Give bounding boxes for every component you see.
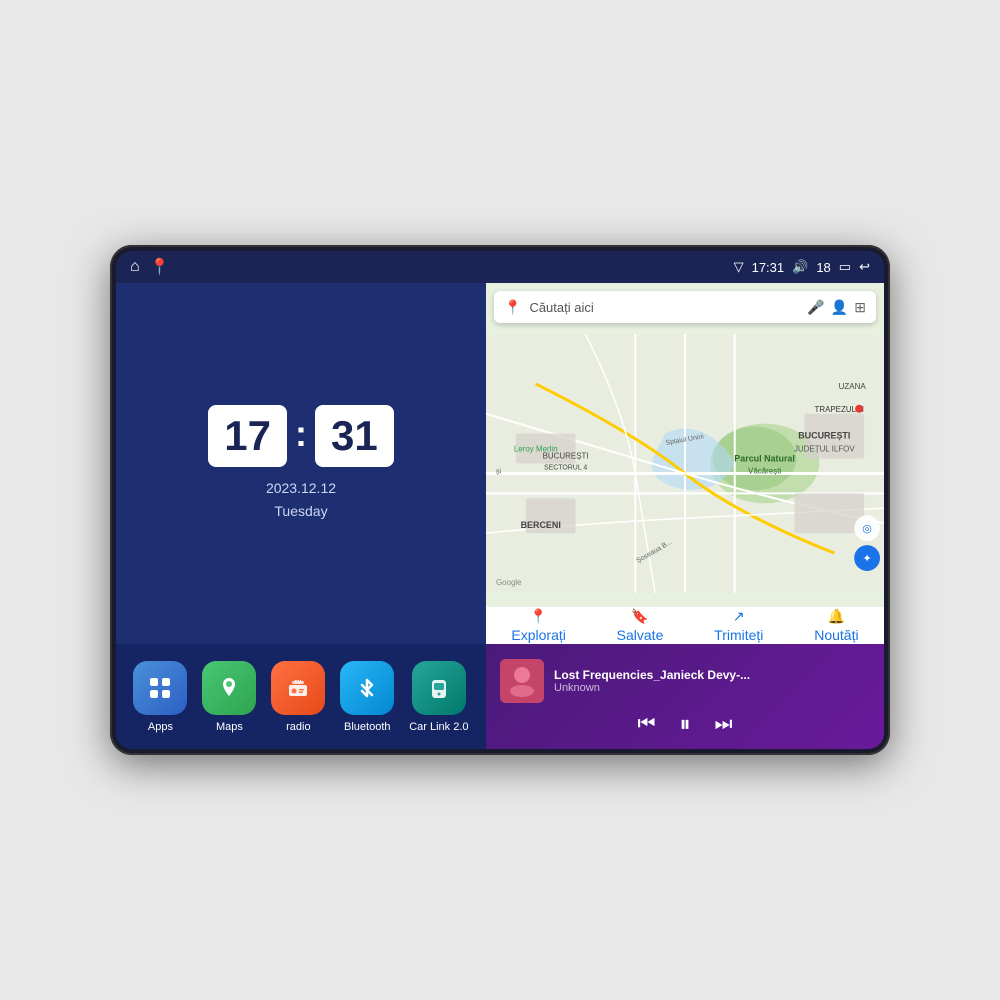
battery-level: 18 — [816, 260, 830, 275]
clock-date-value: 2023.12.12 — [266, 477, 336, 499]
saved-icon: 🔖 — [631, 608, 648, 625]
apps-label: Apps — [148, 721, 173, 733]
svg-text:FM: FM — [295, 680, 302, 686]
svg-text:și: și — [496, 468, 501, 475]
bluetooth-label: Bluetooth — [344, 721, 390, 733]
apps-icon — [133, 661, 187, 715]
map-search-icons: 🎤 👤 ⊞ — [807, 299, 866, 316]
music-info-row: Lost Frequencies_Janieck Devy-... Unknow… — [500, 659, 870, 703]
carlink-label: Car Link 2.0 — [409, 721, 468, 733]
share-icon: ↗ — [733, 608, 745, 625]
clock-widget: 17 : 31 2023.12.12 Tuesday — [116, 283, 486, 644]
share-label: Trimiteți — [714, 627, 763, 643]
explore-label: Explorați — [511, 627, 565, 643]
status-right: ▽ 17:31 🔊 18 ▭ ↩ — [734, 259, 870, 275]
music-album-art — [500, 659, 544, 703]
bluetooth-icon — [340, 661, 394, 715]
app-icon-radio[interactable]: FM radio — [271, 661, 325, 733]
clock-colon: : — [295, 413, 307, 455]
map-search-text: Căutați aici — [529, 300, 799, 315]
carlink-icon — [412, 661, 466, 715]
battery-icon: ▭ — [839, 259, 851, 275]
map-pin-logo: 📍 — [504, 299, 521, 316]
svg-text:◎: ◎ — [862, 523, 872, 535]
svg-text:Văcărești: Văcărești — [748, 466, 781, 475]
maps-label: Maps — [216, 721, 243, 733]
car-head-unit: ⌂ 📍 ▽ 17:31 🔊 18 ▭ ↩ 17 : — [110, 245, 890, 755]
svg-text:Parcul Natural: Parcul Natural — [734, 454, 795, 464]
map-widget[interactable]: Parcul Natural Văcărești BUCUREȘTI JUDEȚ… — [486, 283, 884, 644]
map-bottom-nav: 📍 Explorați 🔖 Salvate ↗ Trimiteți 🔔 — [486, 606, 884, 644]
music-artist: Unknown — [554, 682, 870, 694]
clock-date: 2023.12.12 Tuesday — [266, 477, 336, 522]
radio-icon: FM — [271, 661, 325, 715]
app-icon-maps[interactable]: Maps — [202, 661, 256, 733]
clock-day-value: Tuesday — [266, 500, 336, 522]
news-label: Noutăți — [814, 627, 858, 643]
explore-icon: 📍 — [530, 608, 547, 625]
svg-text:UZANA: UZANA — [839, 382, 867, 391]
saved-label: Salvate — [617, 627, 664, 643]
map-nav-saved[interactable]: 🔖 Salvate — [617, 608, 664, 643]
map-nav-explore[interactable]: 📍 Explorați — [511, 608, 565, 643]
app-icon-bluetooth[interactable]: Bluetooth — [340, 661, 394, 733]
maps-icon — [202, 661, 256, 715]
svg-text:✦: ✦ — [862, 553, 871, 565]
status-time: 17:31 — [752, 260, 785, 275]
music-title: Lost Frequencies_Janieck Devy-... — [554, 668, 870, 682]
clock-display: 17 : 31 — [208, 405, 393, 467]
music-prev-button[interactable]: ⏮ — [637, 714, 655, 734]
svg-text:BUCUREȘTI: BUCUREȘTI — [798, 431, 850, 441]
left-panel: 17 : 31 2023.12.12 Tuesday — [116, 283, 486, 749]
screen: ⌂ 📍 ▽ 17:31 🔊 18 ▭ ↩ 17 : — [116, 251, 884, 749]
svg-text:Leroy Merlin: Leroy Merlin — [514, 445, 558, 454]
radio-label: radio — [286, 721, 310, 733]
clock-minutes: 31 — [315, 405, 394, 467]
status-bar: ⌂ 📍 ▽ 17:31 🔊 18 ▭ ↩ — [116, 251, 884, 283]
map-nav-share[interactable]: ↗ Trimiteți — [714, 608, 763, 643]
back-icon[interactable]: ↩ — [859, 259, 870, 275]
main-content: 17 : 31 2023.12.12 Tuesday — [116, 283, 884, 749]
maps-pin-icon[interactable]: 📍 — [150, 257, 170, 277]
home-icon[interactable]: ⌂ — [130, 258, 140, 276]
music-next-button[interactable]: ⏭ — [715, 714, 733, 734]
app-icon-apps[interactable]: Apps — [133, 661, 187, 733]
mic-icon[interactable]: 🎤 — [807, 299, 824, 316]
svg-text:Google: Google — [496, 578, 522, 587]
music-controls: ⏮ ⏸ ⏭ — [500, 713, 870, 735]
right-panel: Parcul Natural Văcărești BUCUREȘTI JUDEȚ… — [486, 283, 884, 749]
music-widget: Lost Frequencies_Janieck Devy-... Unknow… — [486, 644, 884, 749]
music-play-button[interactable]: ⏸ — [679, 713, 690, 735]
svg-text:JUDEȚUL ILFOV: JUDEȚUL ILFOV — [794, 445, 855, 454]
clock-hours: 17 — [208, 405, 287, 467]
volume-icon: 🔊 — [792, 259, 808, 275]
music-info: Lost Frequencies_Janieck Devy-... Unknow… — [554, 668, 870, 694]
app-icon-carlink[interactable]: Car Link 2.0 — [409, 661, 468, 733]
svg-text:BERCENI: BERCENI — [521, 520, 561, 530]
status-left: ⌂ 📍 — [130, 257, 170, 277]
news-icon: 🔔 — [828, 608, 845, 625]
map-nav-news[interactable]: 🔔 Noutăți — [814, 608, 858, 643]
app-icons-row: Apps Maps — [116, 644, 486, 749]
map-search-bar[interactable]: 📍 Căutați aici 🎤 👤 ⊞ — [494, 291, 876, 323]
signal-icon: ▽ — [734, 259, 744, 275]
svg-text:SECTORUL 4: SECTORUL 4 — [544, 464, 587, 471]
grid-icon[interactable]: ⊞ — [854, 299, 866, 316]
profile-icon[interactable]: 👤 — [831, 299, 848, 316]
